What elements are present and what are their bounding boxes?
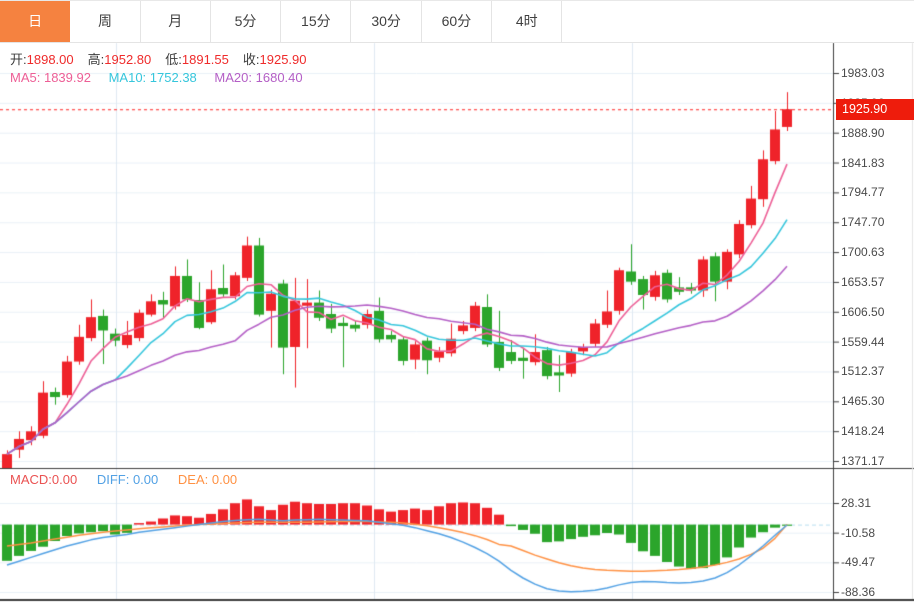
price-axis-tick-label: 1747.70: [841, 215, 911, 229]
price-axis-tick-label: 1888.90: [841, 126, 911, 140]
macd-axis-tick-label: -49.47: [841, 555, 911, 569]
price-axis-tick-label: 1983.03: [841, 66, 911, 80]
dea-value-label: DEA: 0.00: [178, 472, 237, 487]
ma20-label: MA20: 1680.40: [214, 70, 316, 85]
ma5-label: MA5: 1839.92: [10, 70, 105, 85]
high-label: 高:: [88, 52, 105, 67]
period-tab-5min[interactable]: 5分: [211, 1, 281, 42]
period-tab-15min[interactable]: 15分: [281, 1, 351, 42]
period-tab-30min[interactable]: 30分: [351, 1, 421, 42]
period-tab-month[interactable]: 月: [141, 1, 211, 42]
macd-axis-tick-label: -88.36: [841, 585, 911, 599]
last-price-label: 1925.90: [836, 99, 914, 120]
ma-readout: MA5: 1839.92 MA10: 1752.38 MA20: 1680.40: [10, 70, 317, 85]
price-axis-tick-label: 1700.63: [841, 245, 911, 259]
period-tab-4hour[interactable]: 4时: [492, 1, 562, 42]
open-label: 开:: [10, 52, 27, 67]
period-tab-day[interactable]: 日: [0, 1, 70, 42]
macd-value-label: MACD:0.00: [10, 472, 77, 487]
low-label: 低:: [165, 52, 182, 67]
ma20-value: 1680.40: [256, 70, 303, 85]
close-label: 收:: [243, 52, 260, 67]
ma10-value: 1752.38: [150, 70, 197, 85]
trading-chart-app: 日周月5分15分30分60分4时 开:1898.00 高:1952.80 低:189…: [0, 0, 914, 604]
ohlc-readout: 开:1898.00 高:1952.80 低:1891.55 收:1925.90: [10, 49, 321, 68]
price-axis-tick-label: 1841.83: [841, 156, 911, 170]
price-axis-tick-label: 1465.30: [841, 394, 911, 408]
open-value: 1898.00: [27, 52, 74, 67]
price-axis-tick-label: 1794.77: [841, 185, 911, 199]
price-axis-tick-label: 1512.37: [841, 364, 911, 378]
close-value: 1925.90: [260, 52, 307, 67]
price-axis-tick-label: 1418.24: [841, 424, 911, 438]
ma10-label: MA10: 1752.38: [109, 70, 211, 85]
ma5-value: 1839.92: [44, 70, 91, 85]
price-axis-tick-label: 1653.57: [841, 275, 911, 289]
period-tab-60min[interactable]: 60分: [422, 1, 492, 42]
low-value: 1891.55: [182, 52, 229, 67]
high-value: 1952.80: [104, 52, 151, 67]
period-tab-week[interactable]: 周: [70, 1, 140, 42]
macd-axis-tick-label: 28.31: [841, 496, 911, 510]
diff-value-label: DIFF: 0.00: [97, 472, 158, 487]
period-tabbar: 日周月5分15分30分60分4时: [0, 1, 914, 43]
candlestick-chart-canvas[interactable]: [0, 1, 914, 604]
price-axis-tick-label: 1371.17: [841, 454, 911, 468]
macd-readout: MACD:0.00 DIFF: 0.00 DEA: 0.00: [10, 472, 237, 487]
price-axis-tick-label: 1559.44: [841, 335, 911, 349]
macd-axis-tick-label: -10.58: [841, 526, 911, 540]
price-axis-tick-label: 1606.50: [841, 305, 911, 319]
